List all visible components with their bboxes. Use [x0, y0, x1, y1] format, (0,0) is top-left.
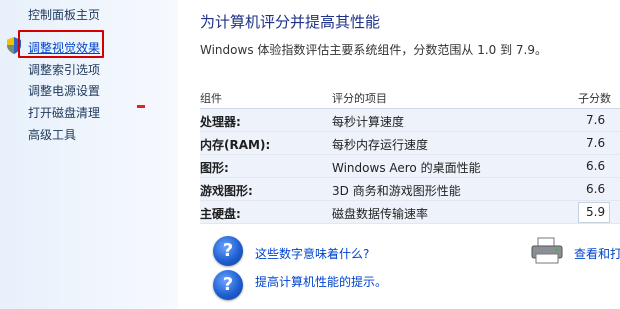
- performance-tips-link[interactable]: 提高计算机性能的提示。: [255, 273, 387, 290]
- nav-item-adjust-indexing[interactable]: 调整索引选项: [28, 61, 100, 78]
- row-component: 内存(RAM):: [200, 138, 271, 152]
- page-title: 为计算机评分并提高其性能: [200, 13, 381, 31]
- header-component: 组件: [200, 92, 222, 105]
- table-row: 处理器: 每秒计算速度 7.6: [200, 109, 620, 132]
- row-score: 6.6: [586, 159, 606, 173]
- table-row: 主硬盘: 磁盘数据传输速率 5.9: [200, 201, 620, 224]
- nav-item-advanced-tools[interactable]: 高级工具: [28, 126, 76, 143]
- row-score: 7.6: [586, 136, 606, 150]
- header-subscore: 子分数: [578, 92, 611, 105]
- row-component: 主硬盘:: [200, 207, 241, 221]
- row-item: 每秒计算速度: [332, 115, 405, 129]
- table-row: 图形: Windows Aero 的桌面性能 6.6: [200, 155, 620, 178]
- row-component: 游戏图形:: [200, 184, 253, 198]
- table-header: 组件 评分的项目 子分数: [200, 86, 620, 109]
- row-score: 6.6: [586, 182, 606, 196]
- row-item: 3D 商务和游戏图形性能: [332, 184, 461, 198]
- row-item: 每秒内存运行速度: [332, 138, 429, 152]
- row-component: 处理器:: [200, 115, 241, 129]
- table-row: 游戏图形: 3D 商务和游戏图形性能 6.6: [200, 178, 620, 201]
- view-and-print-link[interactable]: 查看和打印: [574, 245, 620, 262]
- what-numbers-mean-link[interactable]: 这些数字意味着什么?: [255, 245, 369, 262]
- help-question-icon[interactable]: ?: [213, 270, 243, 300]
- table-row: 内存(RAM): 每秒内存运行速度 7.6: [200, 132, 620, 155]
- left-nav-pane: 控制面板主页 调整视觉效果 调整索引选项 调整电源设置 打开磁盘清理 高级工具: [0, 0, 178, 309]
- score-table: 组件 评分的项目 子分数 处理器: 每秒计算速度 7.6 内存(RAM): 每秒…: [200, 86, 620, 224]
- printer-icon[interactable]: [530, 237, 564, 265]
- row-item: 磁盘数据传输速率: [332, 207, 429, 221]
- red-annotation-mark: [137, 105, 145, 108]
- header-item: 评分的项目: [332, 92, 387, 105]
- highlight-annotation-box: [18, 30, 104, 58]
- page-subtitle: Windows 体验指数评估主要系统组件，分数范围从 1.0 到 7.9。: [200, 43, 547, 57]
- row-score: 5.9: [586, 205, 606, 219]
- row-item: Windows Aero 的桌面性能: [332, 161, 481, 175]
- nav-item-adjust-power[interactable]: 调整电源设置: [28, 82, 100, 99]
- nav-item-disk-cleanup[interactable]: 打开磁盘清理: [28, 104, 100, 121]
- help-question-icon[interactable]: ?: [213, 236, 243, 266]
- row-score: 7.6: [586, 113, 606, 127]
- control-panel-home-link[interactable]: 控制面板主页: [28, 6, 100, 23]
- row-component: 图形:: [200, 161, 229, 175]
